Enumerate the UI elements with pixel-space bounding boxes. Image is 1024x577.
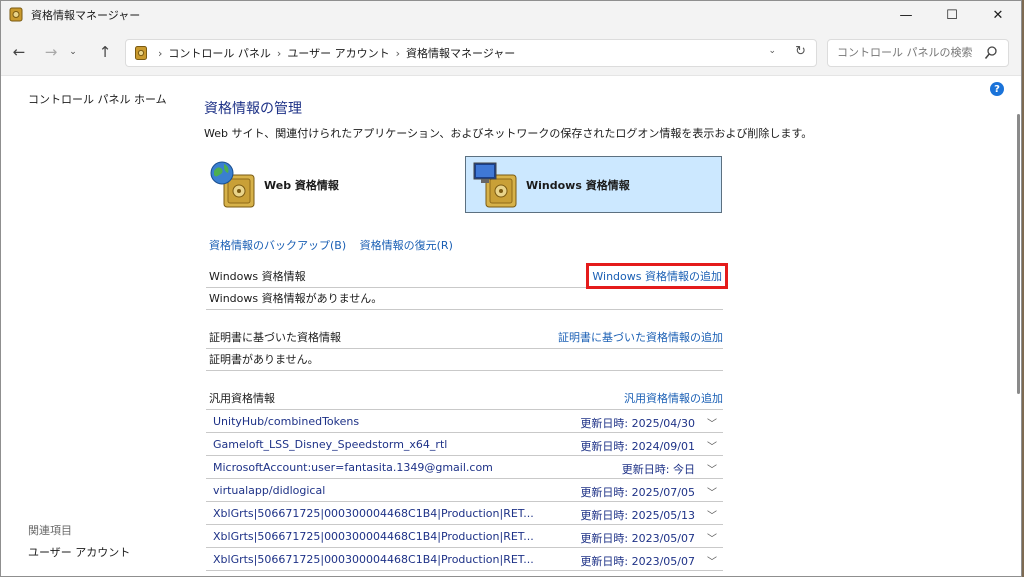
credential-modified-date: 更新日時: 2024/09/01 bbox=[580, 440, 695, 453]
add-windows-credential-link[interactable]: Windows 資格情報の追加 bbox=[586, 263, 728, 289]
address-bar[interactable]: › コントロール パネル › ユーザー アカウント › 資格情報マネージャー ⌄… bbox=[125, 39, 817, 67]
chevron-down-icon[interactable]: ﹀ bbox=[707, 461, 717, 476]
refresh-icon[interactable]: ↻ bbox=[795, 44, 806, 59]
chevron-down-icon[interactable]: ﹀ bbox=[707, 415, 717, 430]
credential-manager-window: 資格情報マネージャー — ☐ ✕ ← → ⌄ ↑ › コントロール パネル › … bbox=[0, 0, 1022, 577]
credential-name: UnityHub/combinedTokens bbox=[213, 415, 360, 428]
search-icon[interactable] bbox=[984, 45, 998, 61]
web-credentials-label: Web 資格情報 bbox=[264, 178, 339, 192]
credential-name: MicrosoftAccount:user=fantasita.1349@gma… bbox=[213, 461, 493, 474]
chevron-down-icon[interactable]: ﹀ bbox=[707, 507, 717, 522]
credential-manager-icon bbox=[135, 46, 147, 60]
certificate-credentials-header: 証明書に基づいた資格情報 証明書に基づいた資格情報の追加 bbox=[206, 326, 723, 349]
title-bar: 資格情報マネージャー — ☐ ✕ bbox=[1, 1, 1021, 29]
windows-credentials-label: Windows 資格情報 bbox=[526, 178, 630, 192]
credential-modified-date: 更新日時: 2025/04/30 bbox=[580, 417, 695, 430]
web-credentials-icon bbox=[210, 161, 255, 207]
web-credentials-tile[interactable]: Web 資格情報 bbox=[206, 156, 463, 213]
close-button[interactable]: ✕ bbox=[975, 1, 1021, 29]
sidebar-control-panel-home[interactable]: コントロール パネル ホーム bbox=[28, 91, 167, 107]
generic-credentials-heading: 汎用資格情報 bbox=[209, 392, 275, 405]
chevron-down-icon[interactable]: ﹀ bbox=[707, 484, 717, 499]
list-item[interactable]: XblGrts|506671725|000300004468C1B4|Produ… bbox=[206, 502, 723, 525]
page-title: 資格情報の管理 bbox=[204, 101, 302, 117]
windows-credentials-heading: Windows 資格情報 bbox=[209, 270, 306, 283]
minimize-button[interactable]: — bbox=[883, 1, 929, 29]
sidebar-user-accounts-link[interactable]: ユーザー アカウント bbox=[28, 544, 130, 560]
credential-modified-date: 更新日時: 2025/07/05 bbox=[580, 486, 695, 499]
backup-credentials-link[interactable]: 資格情報のバックアップ(B) bbox=[209, 239, 346, 252]
breadcrumb-user-accounts[interactable]: ユーザー アカウント bbox=[287, 45, 389, 61]
certificate-credentials-heading: 証明書に基づいた資格情報 bbox=[209, 331, 341, 344]
breadcrumb-control-panel[interactable]: コントロール パネル bbox=[168, 45, 271, 61]
generic-credentials-header: 汎用資格情報 汎用資格情報の追加 bbox=[206, 387, 723, 410]
backup-restore-links: 資格情報のバックアップ(B) 資格情報の復元(R) bbox=[209, 237, 463, 253]
windows-credentials-header: Windows 資格情報 Windows 資格情報の追加 bbox=[206, 263, 728, 289]
chevron-down-icon[interactable]: ﹀ bbox=[707, 530, 717, 545]
credential-modified-date: 更新日時: 2023/05/07 bbox=[580, 532, 695, 545]
search-box[interactable] bbox=[827, 39, 1009, 67]
chevron-down-icon[interactable]: ﹀ bbox=[707, 553, 717, 568]
credential-name: XblGrts|506671725|000300004468C1B4|Produ… bbox=[213, 507, 534, 520]
breadcrumb-separator: › bbox=[158, 46, 163, 60]
credential-name: XblGrts|506671725|000300004468C1B4|Produ… bbox=[213, 553, 534, 566]
windows-credentials-tile[interactable]: Windows 資格情報 bbox=[465, 156, 722, 213]
search-input[interactable] bbox=[835, 45, 984, 60]
list-item[interactable]: Gameloft_LSS_Disney_Speedstorm_x64_rtl 更… bbox=[206, 433, 723, 456]
credential-modified-date: 更新日時: 2023/05/07 bbox=[580, 555, 695, 568]
restore-credentials-link[interactable]: 資格情報の復元(R) bbox=[360, 239, 453, 252]
list-item[interactable]: virtualapp/didlogical 更新日時: 2025/07/05 ﹀ bbox=[206, 479, 723, 502]
credential-name: XblGrts|506671725|000300004468C1B4|Produ… bbox=[213, 530, 534, 543]
certificate-credentials-section: 証明書に基づいた資格情報 証明書に基づいた資格情報の追加 証明書がありません。 bbox=[206, 326, 723, 371]
windows-credentials-section: Windows 資格情報 Windows 資格情報の追加 Windows 資格情… bbox=[206, 263, 728, 310]
scrollbar[interactable] bbox=[1015, 94, 1021, 576]
content-area: ? コントロール パネル ホーム 関連項目 ユーザー アカウント 資格情報の管理… bbox=[1, 76, 1021, 576]
up-button[interactable]: ↑ bbox=[93, 40, 117, 64]
scrollbar-thumb[interactable] bbox=[1017, 114, 1020, 394]
credential-modified-date: 更新日時: 2025/05/13 bbox=[580, 509, 695, 522]
breadcrumb-separator[interactable]: › bbox=[277, 47, 281, 60]
list-item[interactable]: XblGrts|506671725|000300004468C1B4|Produ… bbox=[206, 525, 723, 548]
recent-locations-button[interactable]: ⌄ bbox=[65, 40, 81, 64]
forward-button[interactable]: → bbox=[39, 40, 63, 64]
certificate-credentials-empty-text: 証明書がありません。 bbox=[206, 349, 723, 371]
window-title: 資格情報マネージャー bbox=[31, 9, 141, 22]
breadcrumb-separator[interactable]: › bbox=[396, 47, 400, 60]
address-dropdown-icon[interactable]: ⌄ bbox=[768, 46, 776, 56]
breadcrumb: › コントロール パネル › ユーザー アカウント › 資格情報マネージャー bbox=[152, 40, 515, 66]
back-button[interactable]: ← bbox=[7, 40, 31, 64]
credential-name: virtualapp/didlogical bbox=[213, 484, 326, 497]
credential-modified-date: 更新日時: 今日 bbox=[621, 463, 695, 476]
credential-manager-app-icon bbox=[9, 7, 23, 22]
generic-credentials-section: 汎用資格情報 汎用資格情報の追加 UnityHub/combinedTokens… bbox=[206, 387, 723, 571]
add-generic-credential-link[interactable]: 汎用資格情報の追加 bbox=[624, 390, 723, 406]
page-description: Web サイト、関連付けられたアプリケーション、およびネットワークの保存されたロ… bbox=[204, 127, 813, 140]
list-item[interactable]: UnityHub/combinedTokens 更新日時: 2025/04/30… bbox=[206, 410, 723, 433]
list-item[interactable]: XblGrts|506671725|000300004468C1B4|Produ… bbox=[206, 548, 723, 571]
navigation-bar: ← → ⌄ ↑ › コントロール パネル › ユーザー アカウント › 資格情報… bbox=[1, 29, 1021, 76]
add-certificate-credential-link[interactable]: 証明書に基づいた資格情報の追加 bbox=[558, 329, 723, 345]
sidebar-related-heading: 関連項目 bbox=[28, 524, 72, 537]
chevron-down-icon[interactable]: ﹀ bbox=[707, 438, 717, 453]
help-icon[interactable]: ? bbox=[990, 82, 1004, 96]
list-item[interactable]: MicrosoftAccount:user=fantasita.1349@gma… bbox=[206, 456, 723, 479]
windows-credentials-icon bbox=[473, 162, 517, 207]
breadcrumb-credential-manager[interactable]: 資格情報マネージャー bbox=[406, 45, 515, 61]
windows-credentials-empty-text: Windows 資格情報がありません。 bbox=[206, 288, 723, 310]
maximize-button[interactable]: ☐ bbox=[929, 1, 975, 29]
credential-name: Gameloft_LSS_Disney_Speedstorm_x64_rtl bbox=[213, 438, 448, 451]
